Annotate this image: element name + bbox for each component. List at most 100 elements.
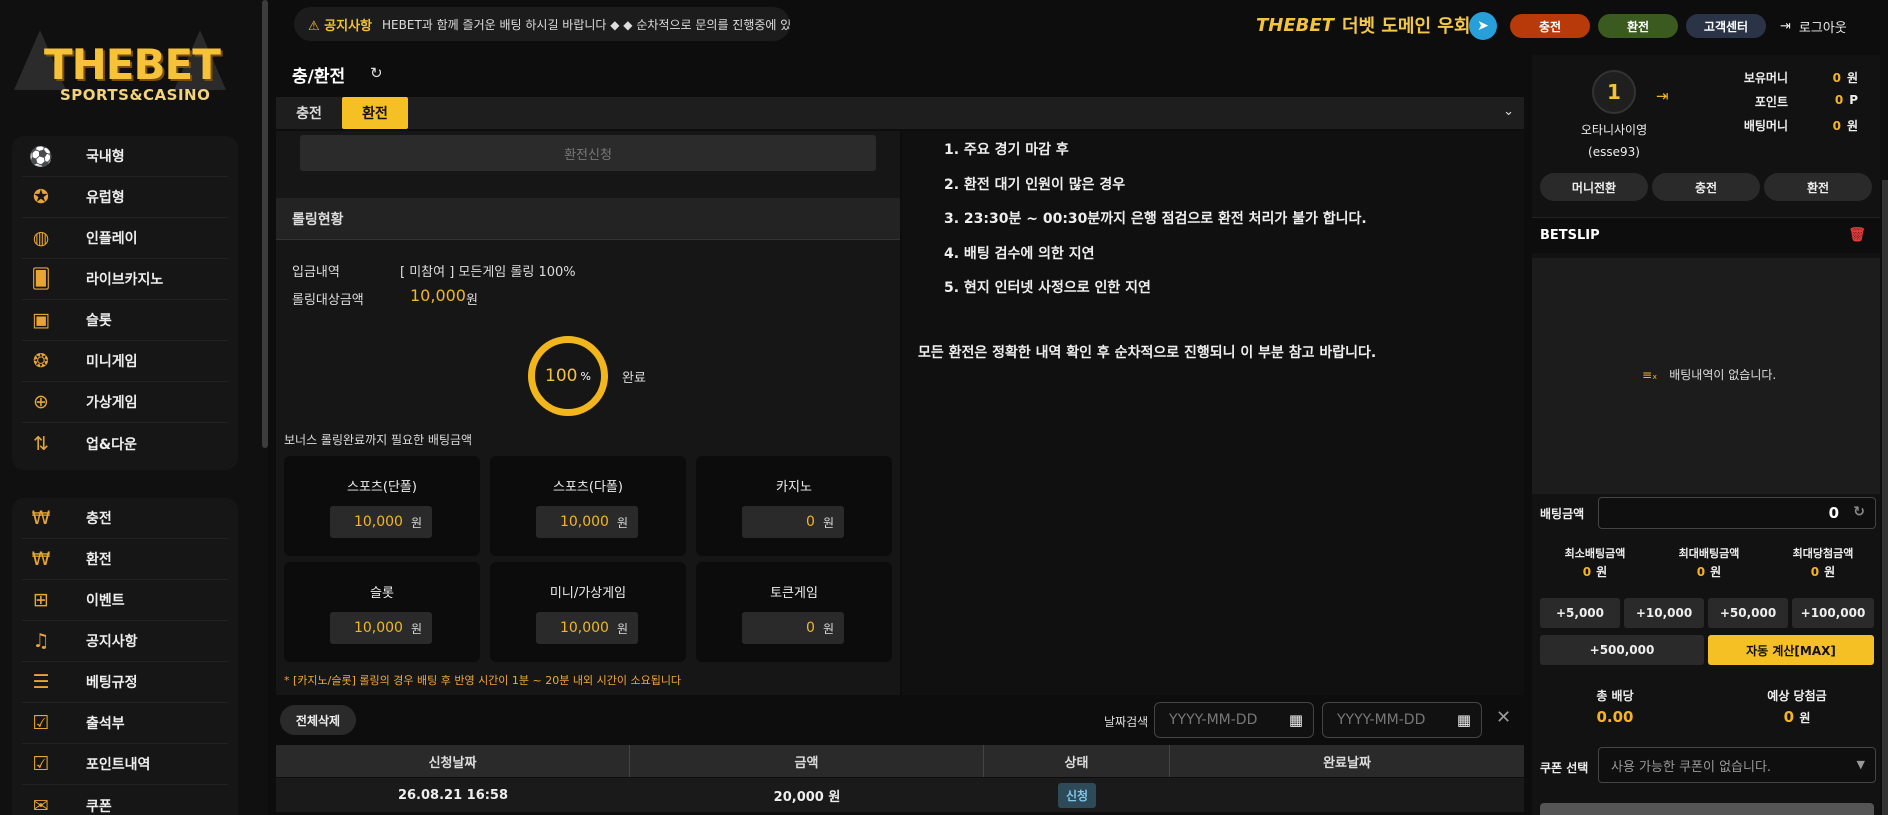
bet-limit-label: 최소배팅금액 — [1564, 547, 1626, 560]
bet-limit-number: 0 — [1582, 565, 1592, 579]
bet-submit-button[interactable] — [1540, 803, 1874, 815]
betslip-header: BETSLIP 🗑 — [1532, 217, 1880, 253]
rolling-card-unit: 원 — [616, 515, 628, 530]
auto-max-button[interactable]: 자동 계산[MAX] — [1708, 635, 1874, 665]
sidebar-item[interactable]: ☑ 출석부 — [22, 703, 228, 744]
site-logo[interactable]: THEBET SPORTS&CASINO — [14, 22, 226, 117]
sidebar-item[interactable]: ▣ 슬롯 — [22, 300, 228, 341]
sidebar-item-label: 국내형 — [86, 149, 125, 165]
reset-icon[interactable]: ↻ — [1853, 504, 1865, 520]
money-transfer-button[interactable]: 머니전환 — [1540, 173, 1648, 201]
quick-50000-button[interactable]: +50,000 — [1708, 598, 1788, 628]
sidebar-item-label: 충전 — [86, 511, 112, 527]
sidebar-item[interactable]: ☰ 베팅규정 — [22, 662, 228, 703]
chevron-down-icon[interactable]: ⌄ — [1503, 104, 1514, 119]
betslip-title: BETSLIP — [1540, 228, 1600, 243]
rolling-progress-ring: 100 % — [528, 336, 608, 416]
withdraw-notice-panel: 1. 주요 경기 마감 후 2. 환전 대기 인원이 많은 경우 3. 23:30분… — [902, 131, 1524, 695]
rolling-card: 미니/가상게임 10,000 원 — [490, 562, 686, 662]
rolling-target-label: 롤링대상금액 — [292, 293, 364, 308]
rolling-card: 스포츠(다폴) 10,000 원 — [490, 456, 686, 556]
trash-icon[interactable]: 🗑 — [1848, 227, 1866, 243]
delete-all-button[interactable]: 전체삭제 — [280, 705, 356, 735]
domain-bypass-banner[interactable]: THEBET 더벳 도메인 우회 — [1256, 10, 1470, 40]
page-title: 충/환전 — [292, 67, 346, 87]
tab-withdraw[interactable]: 환전 — [342, 97, 408, 129]
sidebar-item[interactable]: ⚽ 국내형 — [22, 136, 228, 177]
sidebar-item[interactable]: ₩ 환전 — [22, 539, 228, 580]
refresh-icon[interactable]: ↻ — [370, 64, 383, 82]
user-betslip-panel: 1 ⇥ 오타니사이영 (esse93) 보유머니 0 원 포인트 0 P 배팅머니 0 원 머니… — [1532, 55, 1880, 815]
notice-ticker[interactable]: ⚠ 공지사항 HEBET과 함께 즐거운 배팅 하시길 바랍니다 ◆ ◆ 순차적… — [294, 7, 790, 41]
withdraw-notice-item: 1. 주요 경기 마감 후 — [944, 142, 1069, 158]
sidebar-item[interactable]: ◍ 인플레이 — [22, 218, 228, 259]
sidebar-item[interactable]: ❂ 미니게임 — [22, 341, 228, 382]
sidebar-scrollbar[interactable] — [262, 0, 268, 448]
panel-deposit-button[interactable]: 충전 — [1652, 173, 1760, 201]
sidebar-item[interactable]: ✉ 쿠폰 — [22, 785, 228, 815]
date-start-input[interactable]: YYYY-MM-DD ▦ — [1154, 702, 1314, 738]
sidebar-item-label: 인플레이 — [86, 231, 138, 247]
rolling-card-unit: 원 — [410, 621, 422, 636]
withdraw-notice-footer: 모든 환전은 정확한 내역 확인 후 순차적으로 진행되니 이 부분 참고 바랍… — [918, 345, 1377, 361]
sidebar-item[interactable]: ⊞ 이벤트 — [22, 580, 228, 621]
sidebar-item[interactable]: ♫ 공지사항 — [22, 621, 228, 662]
top-deposit-button[interactable]: 충전 — [1510, 14, 1590, 38]
bubbles-icon: ❂ — [33, 350, 49, 372]
row-status: 신청 — [984, 778, 1170, 812]
right-scrollbar[interactable] — [1882, 180, 1888, 815]
rolling-card-amount: 0원 — [742, 506, 844, 538]
tab-bar: 충전 환전 ⌄ — [276, 97, 1524, 129]
rolling-card-unit: 원 — [616, 621, 628, 636]
panel-withdraw-button[interactable]: 환전 — [1764, 173, 1872, 201]
bet-limit-label: 최대배팅금액 — [1678, 547, 1740, 560]
deposit-detail-label: 입금내역 — [292, 265, 340, 280]
quick-5000-button[interactable]: +5,000 — [1540, 598, 1620, 628]
sidebar-item-label: 쿠폰 — [86, 798, 112, 815]
row-request-date: 26.08.21 16:58 — [276, 778, 630, 812]
film-reel-icon: ✪ — [33, 186, 49, 208]
clear-date-icon[interactable]: ✕ — [1496, 707, 1511, 728]
rolling-card-amount: 10,000 원 — [330, 506, 432, 538]
gamepad-icon: ⊕ — [33, 391, 49, 413]
rolling-card-unit: 원 — [822, 515, 834, 530]
user-stat-number: 0 — [1832, 119, 1841, 133]
sidebar-item-label: 슬롯 — [86, 313, 112, 329]
expected-win-label: 예상 당첨금 — [1767, 689, 1827, 703]
bet-limit-number: 0 — [1696, 565, 1706, 579]
sidebar-item[interactable]: 🂠 라이브카지노 — [22, 259, 228, 300]
col-done-date: 완료날짜 — [1170, 745, 1524, 777]
withdraw-request-button[interactable]: 환전신청 — [300, 135, 876, 171]
sidebar-item[interactable]: ✪ 유럽형 — [22, 177, 228, 218]
sidebar-item[interactable]: ☑ 포인트내역 — [22, 744, 228, 785]
sidebar-item[interactable]: ⇅ 업&다운 — [22, 423, 228, 464]
rolling-card-amount: 10,000 원 — [536, 612, 638, 644]
tab-deposit[interactable]: 충전 — [276, 97, 342, 129]
exit-icon[interactable]: ⇥ — [1656, 87, 1669, 105]
rolling-card-unit: 원 — [410, 515, 422, 530]
sidebar-item-label: 포인트내역 — [86, 757, 151, 773]
quick-100000-button[interactable]: +100,000 — [1792, 598, 1874, 628]
bet-amount-input[interactable]: 0 ↻ — [1598, 497, 1876, 529]
telegram-icon[interactable]: ➤ — [1469, 12, 1497, 40]
expected-win-unit: 원 — [1799, 711, 1811, 725]
sidebar-item[interactable]: ₩ 충전 — [22, 498, 228, 539]
calendar-icon[interactable]: ▦ — [1457, 711, 1471, 729]
quick-500000-button[interactable]: +500,000 — [1540, 635, 1704, 665]
withdraw-notice-item: 3. 23:30분 ~ 00:30분까지 은행 점검으로 환전 처리가 불가 합… — [944, 211, 1367, 227]
slot-machine-icon: ▣ — [32, 309, 50, 331]
rolling-card-title: 토큰게임 — [770, 586, 818, 601]
calendar-icon[interactable]: ▦ — [1289, 711, 1303, 729]
quick-10000-button[interactable]: +10,000 — [1624, 598, 1704, 628]
notice-badge: ⚠ 공지사항 — [308, 18, 373, 34]
sidebar-item-label: 라이브카지노 — [86, 272, 164, 288]
top-withdraw-button[interactable]: 환전 — [1598, 14, 1678, 38]
top-support-button[interactable]: 고객센터 — [1686, 14, 1766, 38]
coupon-select[interactable]: 사용 가능한 쿠폰이 없습니다. ▼ — [1598, 747, 1876, 783]
sidebar-item[interactable]: ⊕ 가상게임 — [22, 382, 228, 423]
user-stat-value: 0원 — [1833, 69, 1858, 86]
withdraw-notice-item: 5. 현지 인터넷 사정으로 인한 지연 — [944, 280, 1151, 296]
logout-button[interactable]: ⇥ 로그아웃 — [1780, 14, 1847, 38]
date-end-input[interactable]: YYYY-MM-DD ▦ — [1322, 702, 1482, 738]
rolling-card-amount: 10,000 원 — [330, 612, 432, 644]
